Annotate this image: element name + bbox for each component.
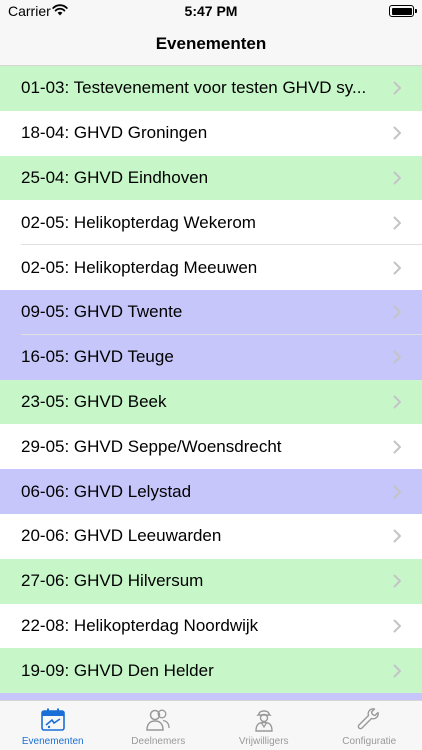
- chevron-right-icon: [393, 216, 401, 230]
- event-row[interactable]: 19-09: GHVD Den Helder: [0, 648, 422, 694]
- status-bar: Carrier 5:47 PM: [0, 0, 422, 22]
- tab-label: Evenementen: [21, 736, 84, 747]
- tab-configuratie[interactable]: Configuratie: [317, 701, 422, 750]
- tab-vrijwilligers[interactable]: Vrijwilligers: [211, 701, 317, 750]
- chevron-right-icon: [393, 485, 401, 499]
- chevron-right-icon: [393, 395, 401, 409]
- event-label: 01-03: Testevenement voor testen GHVD sy…: [21, 78, 367, 98]
- event-label: 25-04: GHVD Eindhoven: [21, 167, 209, 187]
- people-icon: [145, 707, 171, 733]
- calendar-icon: [40, 707, 66, 733]
- tab-label: Configuratie: [342, 736, 397, 747]
- event-label: 29-05: GHVD Seppe/Woensdrecht: [21, 436, 282, 456]
- volunteer-icon: [251, 707, 277, 733]
- tab-evenementen[interactable]: Evenementen: [0, 701, 106, 750]
- event-label: 18-04: GHVD Groningen: [21, 123, 208, 143]
- event-label: 20-06: GHVD Leeuwarden: [21, 526, 222, 546]
- event-row[interactable]: [0, 693, 422, 700]
- event-row[interactable]: 01-03: Testevenement voor testen GHVD sy…: [0, 66, 422, 111]
- event-label: 19-09: GHVD Den Helder: [21, 660, 214, 680]
- chevron-right-icon: [393, 440, 401, 454]
- navigation-bar: Evenementen: [0, 22, 422, 66]
- event-label: 22-08: Helikopterdag Noordwijk: [21, 615, 259, 635]
- event-label: 09-05: GHVD Twente: [21, 302, 183, 322]
- chevron-right-icon: [393, 171, 401, 185]
- chevron-right-icon: [393, 261, 401, 275]
- event-row[interactable]: 18-04: GHVD Groningen: [0, 110, 422, 156]
- event-label: 02-05: Helikopterdag Meeuwen: [21, 257, 258, 277]
- event-label: 16-05: GHVD Teuge: [21, 347, 174, 367]
- event-row[interactable]: 29-05: GHVD Seppe/Woensdrecht: [0, 424, 422, 470]
- event-row[interactable]: 23-05: GHVD Beek: [0, 379, 422, 425]
- chevron-right-icon: [393, 529, 401, 543]
- event-row[interactable]: 02-05: Helikopterdag Meeuwen: [0, 245, 422, 290]
- chevron-right-icon: [393, 574, 401, 588]
- event-label: 23-05: GHVD Beek: [21, 391, 167, 411]
- event-label: 06-06: GHVD Lelystad: [21, 481, 192, 501]
- event-label: 27-06: GHVD Hilversum: [21, 571, 204, 591]
- event-row[interactable]: 06-06: GHVD Lelystad: [0, 469, 422, 514]
- event-list[interactable]: 01-03: Testevenement voor testen GHVD sy…: [0, 66, 422, 700]
- event-row[interactable]: 25-04: GHVD Eindhoven: [0, 155, 422, 201]
- chevron-right-icon: [393, 81, 401, 95]
- tab-label: Deelnemers: [131, 736, 186, 747]
- event-row[interactable]: 20-06: GHVD Leeuwarden: [0, 513, 422, 559]
- tab-bar: Evenementen Deelnemers Vrijwilligers Config…: [0, 700, 422, 750]
- event-row[interactable]: 16-05: GHVD Teuge: [0, 334, 422, 380]
- tab-deelnemers[interactable]: Deelnemers: [106, 701, 212, 750]
- page-title: Evenementen: [155, 34, 267, 53]
- event-row[interactable]: 22-08: Helikopterdag Noordwijk: [0, 603, 422, 649]
- chevron-right-icon: [393, 126, 401, 140]
- chevron-right-icon: [393, 350, 401, 364]
- event-row[interactable]: 02-05: Helikopterdag Wekerom: [0, 200, 422, 246]
- wrench-icon: [356, 707, 382, 733]
- status-time: 5:47 PM: [184, 3, 238, 19]
- event-row[interactable]: 09-05: GHVD Twente: [0, 289, 422, 335]
- chevron-right-icon: [393, 619, 401, 633]
- tab-label: Vrijwilligers: [238, 736, 289, 747]
- chevron-right-icon: [393, 305, 401, 319]
- chevron-right-icon: [393, 664, 401, 678]
- battery-icon: [389, 5, 417, 17]
- event-row[interactable]: 27-06: GHVD Hilversum: [0, 558, 422, 604]
- event-label: 02-05: Helikopterdag Wekerom: [21, 212, 256, 232]
